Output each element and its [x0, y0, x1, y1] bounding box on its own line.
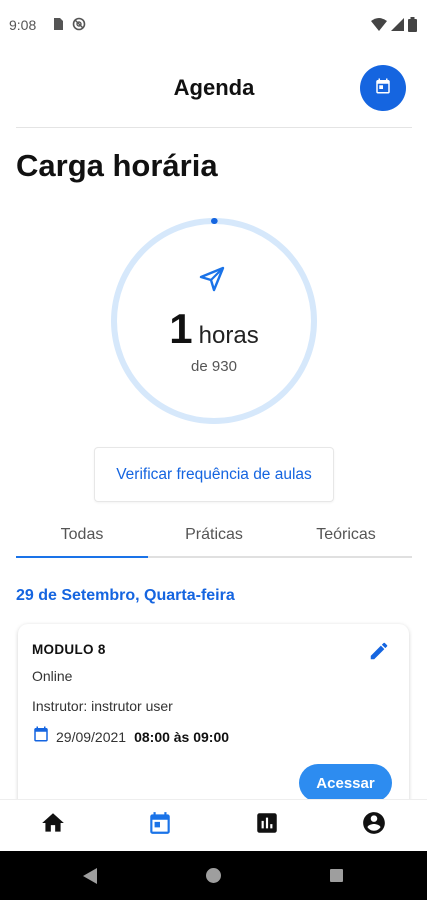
tab-teoricas[interactable]: Teóricas: [280, 514, 412, 556]
workload-unit: horas: [198, 322, 259, 349]
class-card: MODULO 8 Online Instrutor: instrutor use…: [18, 624, 409, 824]
send-icon: [198, 265, 226, 298]
nav-item-home[interactable]: [0, 800, 107, 851]
page-title: Agenda: [173, 75, 255, 100]
class-instructor: Instrutor: instrutor user: [32, 698, 173, 714]
at-sign-icon: [72, 17, 86, 36]
nav-item-agenda[interactable]: [107, 800, 214, 851]
bar-chart-icon: [254, 810, 280, 841]
calendar-icon: [374, 77, 392, 100]
class-type-tabs: Todas Práticas Teóricas: [16, 514, 412, 558]
app-header: Agenda: [16, 60, 412, 128]
workload-total: de 930: [191, 358, 237, 375]
class-mode: Online: [32, 668, 73, 684]
calendar-icon: [32, 725, 50, 748]
workload-value: 1: [169, 305, 193, 352]
wifi-icon: [371, 18, 387, 36]
schedule-date-header: 29 de Setembro, Quarta-feira: [16, 587, 235, 604]
check-attendance-button[interactable]: Verificar frequência de aulas: [94, 447, 334, 502]
calendar-icon: [147, 810, 173, 841]
battery-icon: [408, 17, 417, 37]
module-title: MODULO 8: [32, 642, 106, 657]
system-nav-bar: [0, 851, 427, 900]
tab-todas[interactable]: Todas: [16, 514, 148, 558]
access-button[interactable]: Acessar: [299, 764, 392, 802]
tab-praticas[interactable]: Práticas: [148, 514, 280, 556]
status-icons-left: [52, 17, 86, 36]
nav-item-profile[interactable]: [320, 800, 427, 851]
sim-card-icon: [52, 17, 64, 36]
class-date: 29/09/2021: [56, 728, 127, 745]
back-icon[interactable]: [82, 867, 98, 890]
nav-item-reports[interactable]: [214, 800, 321, 851]
calendar-button[interactable]: [360, 65, 406, 111]
class-datetime: 29/09/2021 08:00 às 09:00: [32, 725, 229, 748]
bottom-nav: [0, 799, 427, 851]
home-icon: [40, 810, 66, 841]
workload-progress-ring: 1 horas de 930: [110, 217, 318, 425]
status-time: 9:08: [9, 17, 37, 33]
status-bar: 9:08: [0, 0, 427, 52]
status-icons-right: [371, 17, 417, 37]
account-icon: [361, 810, 387, 841]
section-title: Carga horária: [16, 148, 218, 183]
workload-value-row: 1 horas: [110, 305, 318, 353]
signal-icon: [391, 18, 404, 36]
recent-apps-icon[interactable]: [330, 869, 343, 882]
class-time: 08:00 às 09:00: [134, 728, 230, 745]
home-button-icon[interactable]: [206, 868, 221, 883]
edit-icon[interactable]: [368, 640, 390, 667]
